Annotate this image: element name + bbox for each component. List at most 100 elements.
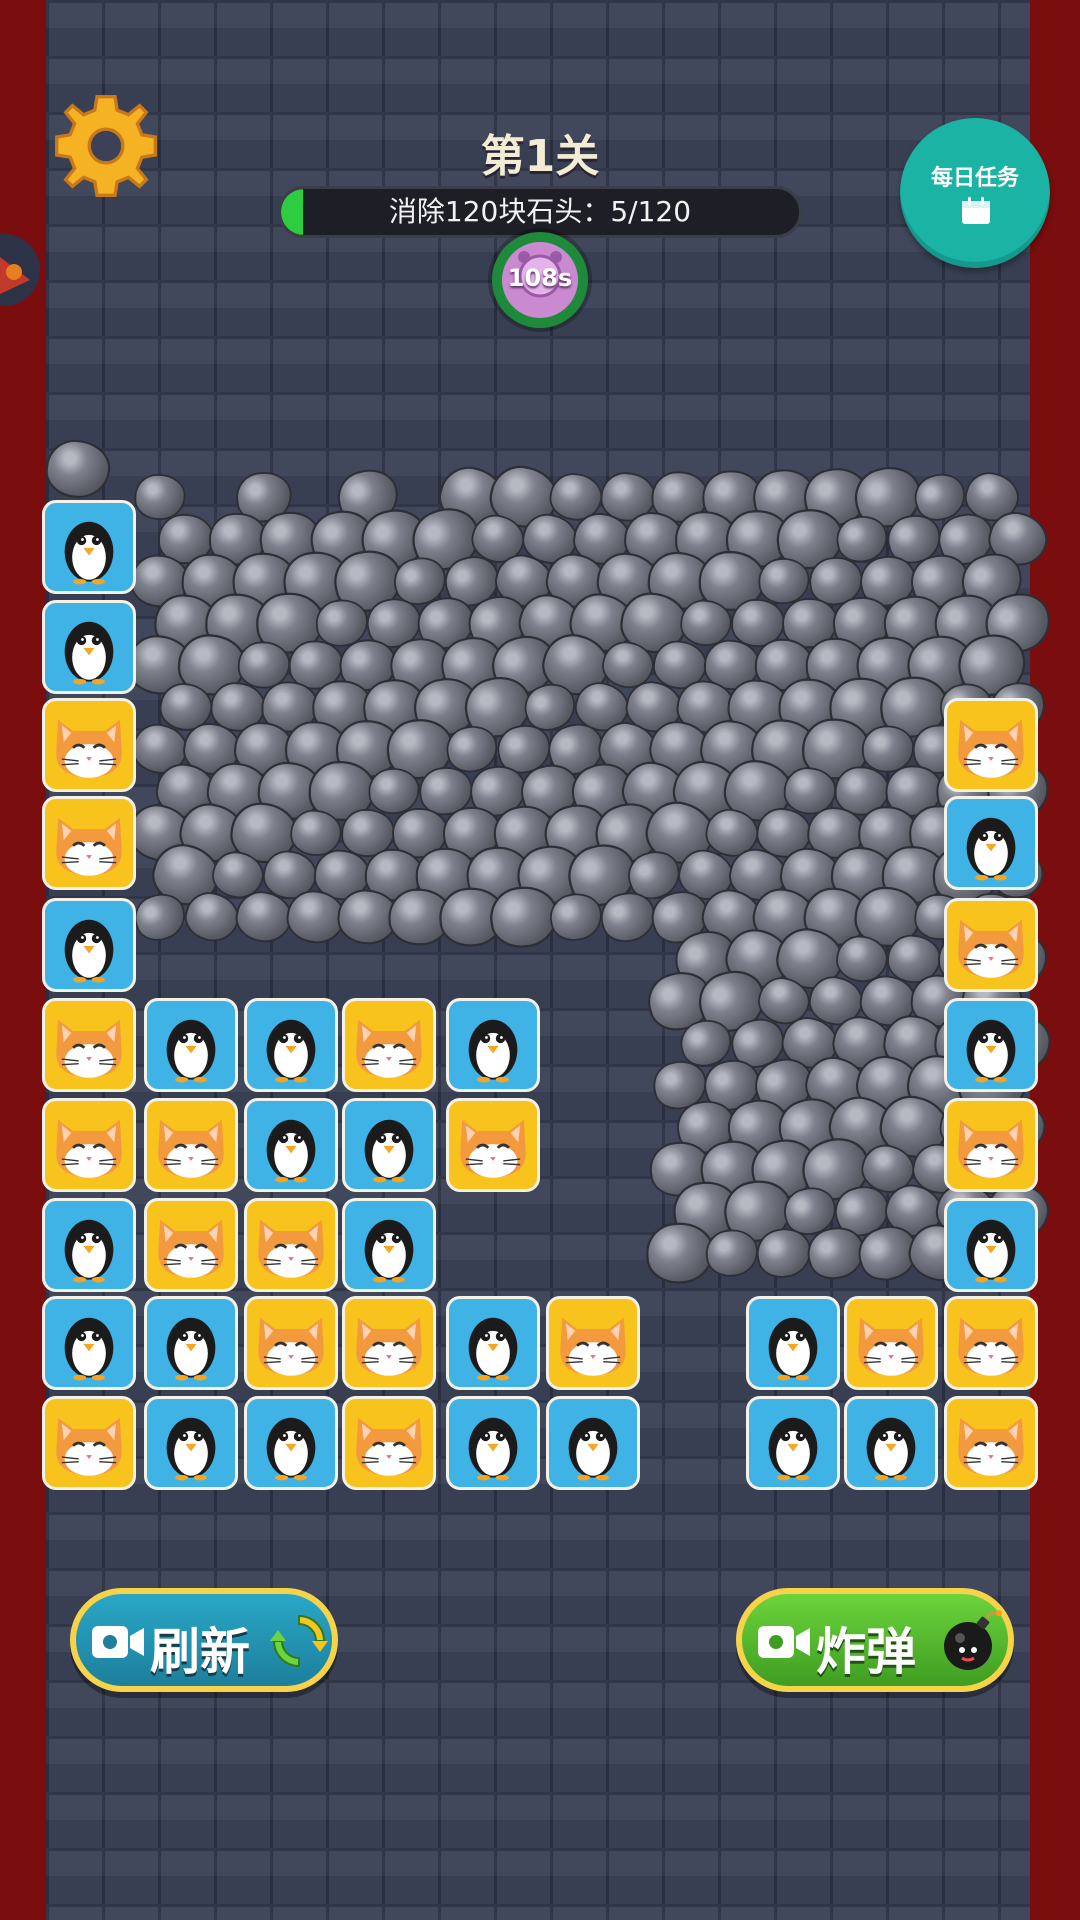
bomb-label: 炸弹 <box>816 1623 916 1681</box>
cat-tile[interactable] <box>342 1296 436 1390</box>
penguin-icon <box>64 621 114 685</box>
cat-tile[interactable] <box>944 1396 1038 1490</box>
cat-tile[interactable] <box>944 1296 1038 1390</box>
penguin-tile[interactable] <box>746 1296 840 1390</box>
penguin-icon <box>364 1119 414 1183</box>
cat-icon <box>858 1317 924 1376</box>
penguin-icon <box>966 817 1016 881</box>
stone <box>134 474 186 520</box>
side-decoration-icon <box>0 234 40 306</box>
penguin-tile[interactable] <box>42 600 136 694</box>
cat-icon <box>958 719 1024 778</box>
cat-tile[interactable] <box>446 1098 540 1192</box>
penguin-icon <box>64 1317 114 1381</box>
penguin-icon <box>64 521 114 585</box>
goal-progress-text: 消除120块石头：5/120 <box>388 195 692 228</box>
penguin-tile[interactable] <box>42 1296 136 1390</box>
cat-tile[interactable] <box>944 1098 1038 1192</box>
cat-icon <box>958 1119 1024 1178</box>
cat-icon <box>258 1219 324 1278</box>
penguin-icon <box>966 1019 1016 1083</box>
bomb-icon <box>944 1610 1002 1670</box>
penguin-icon <box>468 1417 518 1481</box>
refresh-label: 刷新 <box>150 1623 250 1681</box>
penguin-tile[interactable] <box>144 998 238 1092</box>
cat-tile[interactable] <box>244 1296 338 1390</box>
cat-icon <box>958 1417 1024 1476</box>
penguin-tile[interactable] <box>746 1396 840 1490</box>
penguin-tile[interactable] <box>944 796 1038 890</box>
penguin-tile[interactable] <box>844 1396 938 1490</box>
cat-icon <box>56 1019 122 1078</box>
bomb-button[interactable]: 炸弹 <box>736 1588 1014 1692</box>
penguin-icon <box>266 1417 316 1481</box>
penguin-icon <box>866 1417 916 1481</box>
cat-tile[interactable] <box>342 998 436 1092</box>
cat-tile[interactable] <box>546 1296 640 1390</box>
cat-icon <box>258 1317 324 1376</box>
penguin-icon <box>166 1019 216 1083</box>
cat-tile[interactable] <box>944 698 1038 792</box>
penguin-icon <box>64 919 114 983</box>
cat-tile[interactable] <box>944 898 1038 992</box>
penguin-tile[interactable] <box>446 998 540 1092</box>
penguin-tile[interactable] <box>944 1198 1038 1292</box>
penguin-icon <box>966 1219 1016 1283</box>
video-ad-icon <box>92 1626 144 1658</box>
cat-tile[interactable] <box>144 1098 238 1192</box>
goal-progress-bar: 消除120块石头：5/120 <box>278 186 802 238</box>
penguin-tile[interactable] <box>342 1098 436 1192</box>
cat-icon <box>56 1417 122 1476</box>
cat-icon <box>460 1119 526 1178</box>
penguin-icon <box>768 1317 818 1381</box>
cat-tile[interactable] <box>42 1396 136 1490</box>
cat-icon <box>56 817 122 876</box>
refresh-arrows-icon <box>270 1614 328 1668</box>
refresh-button[interactable]: 刷新 <box>70 1588 338 1692</box>
penguin-tile[interactable] <box>42 898 136 992</box>
penguin-tile[interactable] <box>244 998 338 1092</box>
cat-icon <box>958 919 1024 978</box>
penguin-tile[interactable] <box>144 1296 238 1390</box>
penguin-tile[interactable] <box>546 1396 640 1490</box>
penguin-tile[interactable] <box>42 500 136 594</box>
cat-icon <box>158 1119 224 1178</box>
video-ad-icon <box>758 1626 810 1658</box>
timer-text: 108s <box>507 264 573 292</box>
penguin-tile[interactable] <box>342 1198 436 1292</box>
penguin-icon <box>468 1019 518 1083</box>
cat-tile[interactable] <box>844 1296 938 1390</box>
penguin-tile[interactable] <box>42 1198 136 1292</box>
cat-tile[interactable] <box>42 998 136 1092</box>
cat-icon <box>56 1119 122 1178</box>
penguin-icon <box>468 1317 518 1381</box>
calendar-icon <box>962 197 990 224</box>
penguin-icon <box>568 1417 618 1481</box>
penguin-icon <box>266 1119 316 1183</box>
penguin-tile[interactable] <box>144 1396 238 1490</box>
cat-icon <box>56 719 122 778</box>
penguin-tile[interactable] <box>446 1296 540 1390</box>
cat-icon <box>356 1317 422 1376</box>
timer-face: 108s <box>502 242 578 318</box>
daily-task-label: 每日任务 <box>930 166 1019 191</box>
penguin-tile[interactable] <box>244 1396 338 1490</box>
cat-icon <box>560 1317 626 1376</box>
cat-tile[interactable] <box>42 698 136 792</box>
penguin-icon <box>64 1219 114 1283</box>
daily-task-button[interactable]: 每日任务 <box>900 118 1050 268</box>
cat-icon <box>356 1019 422 1078</box>
penguin-tile[interactable] <box>446 1396 540 1490</box>
cat-tile[interactable] <box>42 1098 136 1192</box>
cat-icon <box>958 1317 1024 1376</box>
penguin-icon <box>768 1417 818 1481</box>
cat-tile[interactable] <box>144 1198 238 1292</box>
penguin-tile[interactable] <box>944 998 1038 1092</box>
cat-tile[interactable] <box>244 1198 338 1292</box>
countdown-timer: 108s <box>492 232 588 328</box>
cat-tile[interactable] <box>42 796 136 890</box>
penguin-tile[interactable] <box>244 1098 338 1192</box>
cat-tile[interactable] <box>342 1396 436 1490</box>
penguin-icon <box>166 1317 216 1381</box>
penguin-icon <box>266 1019 316 1083</box>
